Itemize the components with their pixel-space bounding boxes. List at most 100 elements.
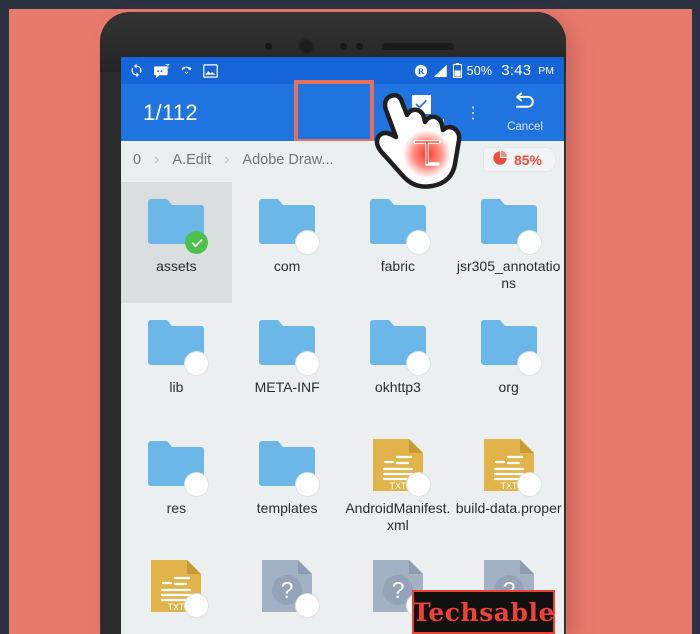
folder-icon — [469, 190, 549, 256]
signal-icon — [433, 64, 448, 78]
file-grid-item[interactable]: META-INF — [232, 303, 343, 424]
file-grid-item[interactable]: org — [453, 303, 564, 424]
storage-usage-badge[interactable]: 85% — [482, 147, 556, 172]
file-grid-item[interactable]: TXT AndroidManifest.xml — [343, 424, 454, 545]
select-circle-icon[interactable] — [296, 594, 320, 617]
folder-icon — [136, 432, 216, 498]
proximity-sensor-icon — [265, 43, 272, 50]
file-grid-item[interactable]: com — [232, 182, 343, 303]
file-grid-item-label — [121, 619, 232, 621]
file-grid-item-label: okhttp3 — [374, 379, 421, 395]
select-circle-icon[interactable] — [517, 473, 541, 496]
select-circle-icon[interactable] — [406, 473, 430, 496]
file-grid-item[interactable]: res — [121, 424, 232, 545]
pie-chart-icon — [492, 150, 508, 169]
folder-icon — [247, 311, 327, 377]
txt-file-icon: TXT — [358, 432, 438, 498]
file-grid-item-label: build-data.proper — [455, 500, 562, 516]
folder-icon — [358, 311, 438, 377]
roaming-icon: R — [414, 64, 428, 78]
file-grid-item[interactable]: TXT — [121, 545, 232, 634]
battery-icon — [452, 63, 462, 78]
missed-call-icon — [179, 63, 194, 78]
file-grid: assets com fabric jsr305_annotationslib META… — [121, 179, 564, 634]
txt-file-icon: TXT — [469, 432, 549, 498]
unknown-file-icon: ? — [247, 553, 327, 619]
clock-time: 3:43 — [501, 62, 532, 79]
file-grid-item-label: assets — [156, 258, 197, 274]
file-grid-item[interactable]: jsr305_annotations — [453, 182, 564, 303]
watermark-logo: Techsable — [412, 590, 555, 634]
watermark-text: Techsable — [412, 597, 555, 627]
breadcrumb-item-aedit[interactable]: A.Edit — [168, 152, 215, 168]
frame-edge-top — [0, 0, 700, 9]
svg-text:?: ? — [391, 577, 404, 603]
select-all-label: Select All — [397, 118, 445, 131]
select-circle-icon[interactable] — [406, 352, 430, 375]
cancel-button[interactable]: Cancel — [486, 84, 564, 141]
svg-text:TXT: TXT — [389, 481, 407, 491]
select-circle-icon[interactable] — [185, 473, 209, 496]
file-grid-item-label: lib — [169, 379, 184, 395]
select-circle-icon[interactable] — [296, 352, 320, 375]
folder-icon — [358, 190, 438, 256]
svg-text:?: ? — [281, 577, 294, 603]
undo-arrow-icon — [513, 92, 538, 116]
battery-percent-label: 50% — [466, 63, 493, 78]
breadcrumb-item-root[interactable]: 0 — [129, 152, 145, 168]
folder-icon — [469, 311, 549, 377]
file-grid-item[interactable]: templates — [232, 424, 343, 545]
overflow-menu-button[interactable]: ⋮ — [460, 103, 486, 123]
front-camera-icon — [298, 38, 315, 55]
cancel-label: Cancel — [507, 121, 543, 133]
breadcrumb: 0 › A.Edit › Adobe Draw... 85% — [121, 141, 564, 179]
select-all-checkbox[interactable] — [411, 94, 431, 114]
select-all-button[interactable]: Select All — [382, 84, 460, 141]
txt-file-icon: TXT — [136, 553, 216, 619]
folder-icon — [247, 432, 327, 498]
breadcrumb-item-adobedraw[interactable]: Adobe Draw... — [238, 152, 337, 168]
frame-edge-left — [0, 0, 9, 634]
select-circle-icon[interactable] — [185, 352, 209, 375]
screenshot-root: R 50% 3:43 PM 1/112 Select All ⋮ Cancel … — [0, 0, 700, 634]
folder-icon — [136, 190, 216, 256]
file-grid-item-label: fabric — [380, 258, 415, 274]
file-grid-item[interactable]: lib — [121, 303, 232, 424]
select-circle-icon[interactable] — [296, 231, 320, 254]
svg-text:TXT: TXT — [500, 481, 518, 491]
file-grid-item-label: res — [166, 500, 187, 516]
status-bar-system: R 50% 3:43 PM — [414, 62, 554, 79]
select-circle-icon[interactable] — [185, 594, 209, 617]
selected-check-icon[interactable] — [185, 231, 209, 254]
file-grid-item[interactable]: okhttp3 — [343, 303, 454, 424]
file-grid-item[interactable]: ? — [232, 545, 343, 634]
clock-ampm: PM — [538, 64, 554, 77]
messages-icon — [153, 63, 170, 78]
file-grid-item-label: templates — [256, 500, 318, 516]
earpiece-speaker — [382, 43, 454, 50]
storage-percent-label: 85% — [513, 151, 542, 168]
file-grid-item-label: AndroidManifest.xml — [345, 500, 451, 533]
svg-text:R: R — [417, 65, 424, 75]
select-circle-icon[interactable] — [406, 231, 430, 254]
file-grid-item[interactable]: TXT build-data.proper — [453, 424, 564, 545]
file-grid-item-label: org — [498, 379, 519, 395]
light-sensor-icon — [340, 43, 347, 50]
file-grid-item-label: META-INF — [254, 379, 320, 395]
sync-icon — [129, 63, 144, 78]
file-grid-item[interactable]: assets — [121, 182, 232, 303]
select-circle-icon[interactable] — [517, 352, 541, 375]
file-grid-item[interactable]: fabric — [343, 182, 454, 303]
file-grid-item-label: jsr305_annotations — [456, 258, 561, 291]
frame-edge-right — [692, 0, 700, 634]
select-circle-icon[interactable] — [296, 473, 320, 496]
notification-led-icon — [356, 43, 363, 50]
phone-screen: R 50% 3:43 PM 1/112 Select All ⋮ Cancel … — [121, 57, 564, 634]
svg-text:TXT: TXT — [168, 602, 186, 612]
folder-icon — [247, 190, 327, 256]
selection-count-label: 1/112 — [143, 99, 198, 125]
file-grid-item-label — [232, 619, 343, 621]
select-circle-icon[interactable] — [517, 231, 541, 254]
selection-action-bar: 1/112 Select All ⋮ Cancel — [121, 80, 564, 143]
chevron-right-icon: › — [224, 151, 230, 168]
